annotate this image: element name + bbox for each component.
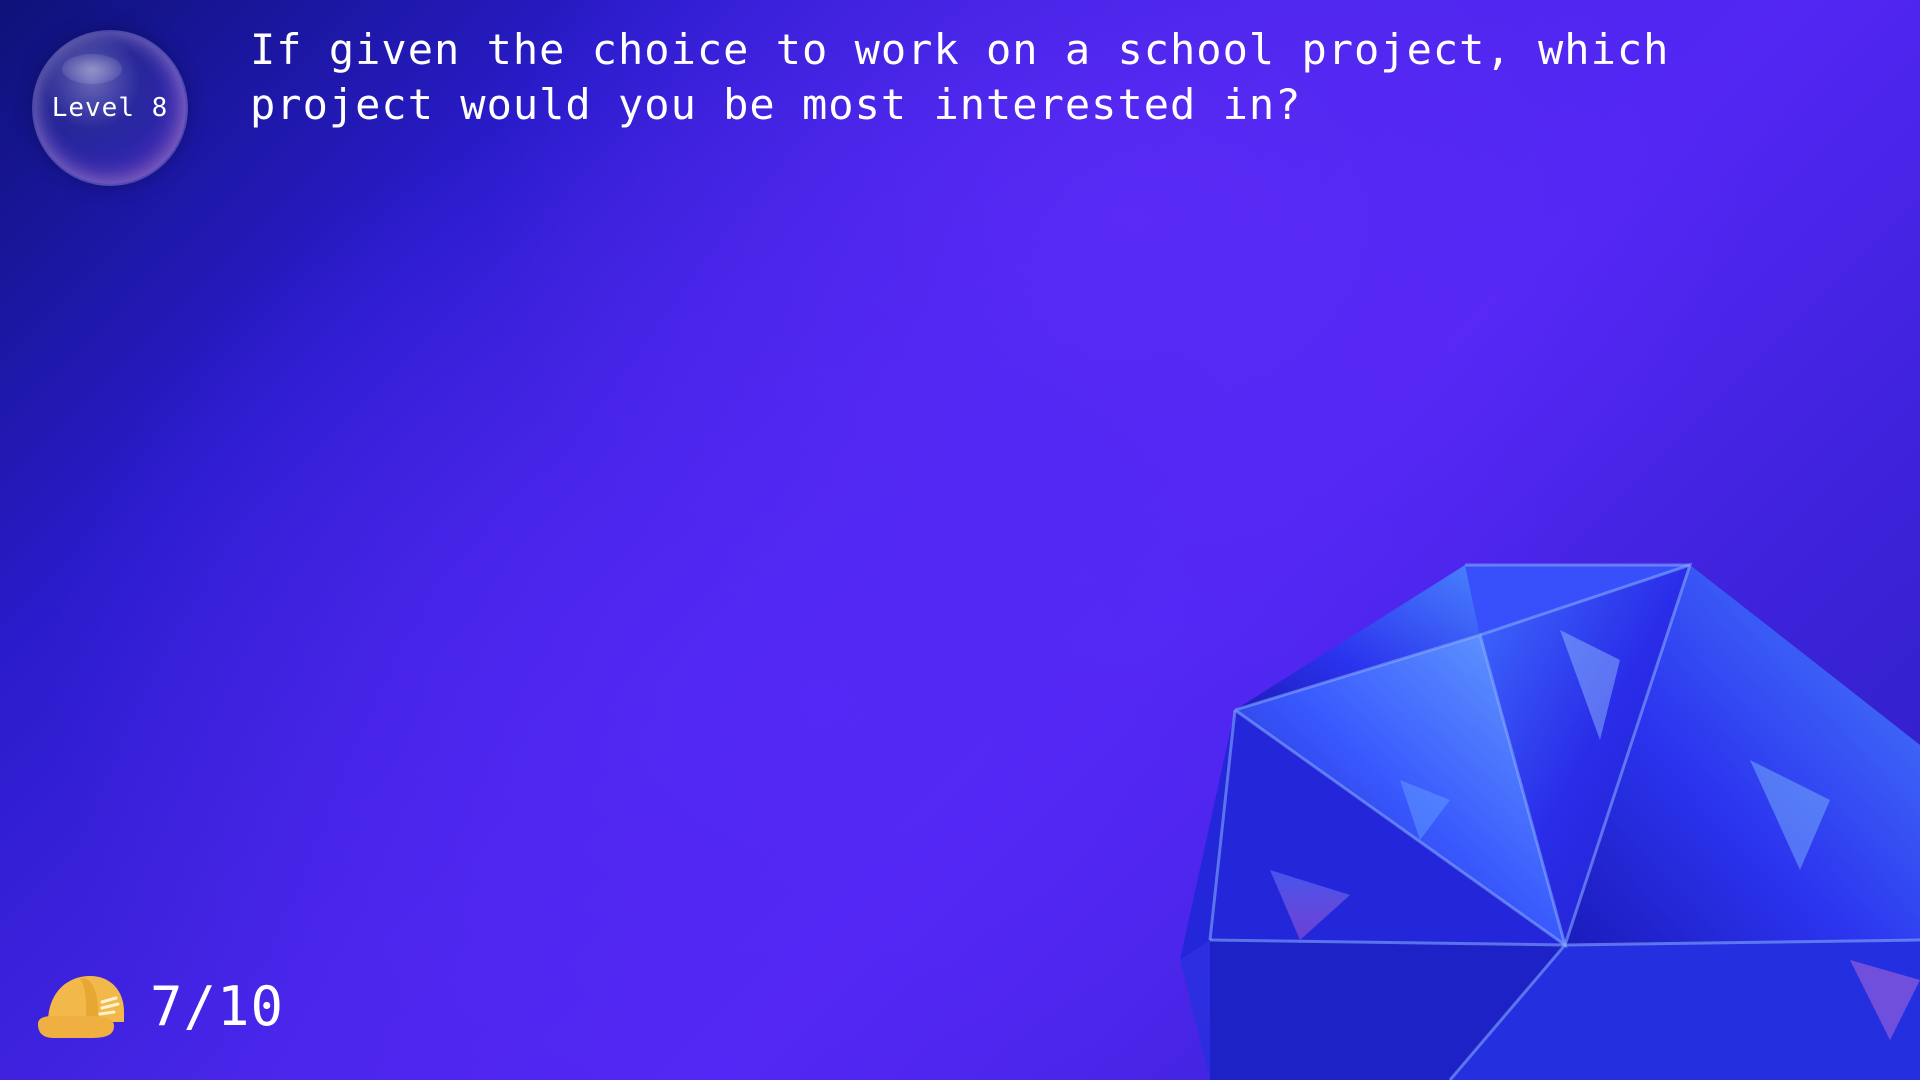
hard-hat-icon — [38, 976, 124, 1038]
level-label: Level 8 — [51, 93, 169, 123]
question-text: If given the choice to work on a school … — [250, 25, 1670, 129]
crystal-decoration — [1180, 562, 1920, 1080]
progress-counter: 7/10 — [34, 966, 284, 1046]
level-badge: Level 8 — [32, 30, 188, 186]
progress-text: 7/10 — [150, 974, 285, 1038]
badge-shine — [62, 54, 122, 84]
